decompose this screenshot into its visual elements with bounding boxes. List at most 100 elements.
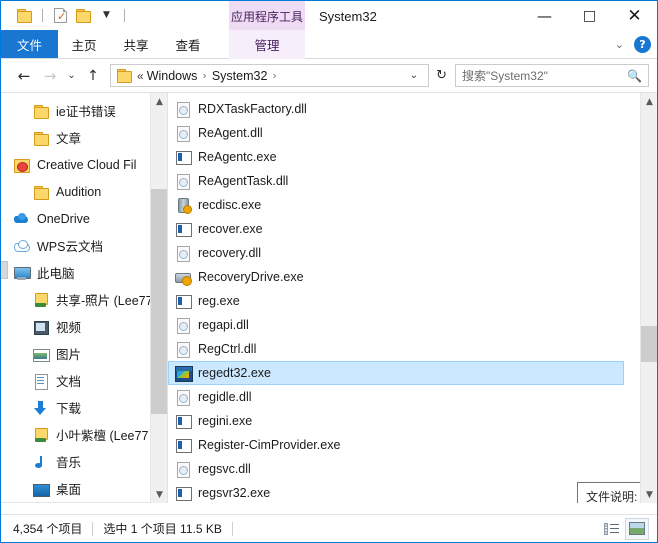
large-icons-view-button[interactable] (625, 517, 649, 540)
nav-item[interactable]: Audition (1, 178, 150, 205)
nav-item[interactable]: ie证书错误 (1, 97, 150, 124)
nav-item[interactable]: 小叶紫檀 (Lee77 (1, 421, 150, 448)
properties-icon: ✓ (54, 8, 67, 23)
nav-item-label: WPS云文档 (37, 240, 103, 254)
scroll-down-icon[interactable]: ▼ (641, 486, 657, 503)
nav-item[interactable]: 下载 (1, 394, 150, 421)
file-list-item[interactable]: RecoveryDrive.exe (168, 265, 624, 289)
tab-file[interactable]: 文件 (1, 30, 59, 58)
minimize-icon: — (537, 7, 552, 25)
nav-item-label: ie证书错误 (56, 105, 116, 119)
desktop-icon (32, 481, 50, 497)
nav-item-label: 下载 (56, 402, 82, 416)
file-list-scrollbar[interactable]: ▲ ▼ (640, 93, 657, 503)
file-name-label: regidle.dll (198, 390, 252, 404)
file-list-item[interactable]: regsvr32.exe (168, 481, 624, 503)
file-name-label: recovery.dll (198, 246, 261, 260)
back-button[interactable]: ← (11, 63, 37, 89)
contextual-tab-group-label: 应用程序工具 (230, 9, 303, 24)
file-list-item[interactable]: regsvc.dll (168, 457, 624, 481)
tab-home[interactable]: 主页 (58, 30, 110, 58)
file-list-item[interactable]: reg.exe (168, 289, 624, 313)
this-pc-icon (13, 265, 31, 281)
minimize-ribbon-button[interactable]: ⌄ (615, 38, 624, 51)
file-list-item[interactable]: regapi.dll (168, 313, 624, 337)
search-box[interactable]: 搜索"System32" 🔍 (455, 64, 649, 87)
file-list-item[interactable]: recover.exe (168, 217, 624, 241)
file-list-item[interactable]: ReAgentTask.dll (168, 169, 624, 193)
help-button[interactable]: ? (634, 36, 651, 53)
file-list-item[interactable]: Register-CimProvider.exe (168, 433, 624, 457)
file-list-item[interactable]: recovery.dll (168, 241, 624, 265)
nav-item-label: 音乐 (56, 456, 82, 470)
nav-item[interactable]: 此电脑 (1, 259, 150, 286)
nav-item[interactable]: 图片 (1, 340, 150, 367)
breadcrumb-bar[interactable]: « Windows › System32 › ⌄ (110, 64, 430, 87)
nav-item[interactable]: 文章 (1, 124, 150, 151)
search-input[interactable]: 搜索"System32" (462, 67, 627, 84)
close-button[interactable]: ✕ (612, 1, 657, 31)
nav-item[interactable]: Creative Cloud Fil (1, 151, 150, 178)
dll-icon (175, 317, 191, 334)
qat-new-folder-button[interactable] (74, 6, 93, 25)
refresh-button[interactable]: ↻ (434, 68, 449, 83)
breadcrumb-item-system32[interactable]: System32 (212, 69, 268, 83)
navigation-list: ie证书错误文章 Creative Cloud Fil Audition OneDri… (1, 93, 150, 503)
address-dropdown-button[interactable]: ⌄ (404, 70, 424, 81)
exe-icon (175, 437, 192, 453)
status-divider-1 (92, 521, 94, 536)
tab-manage[interactable]: 管理 (229, 30, 305, 59)
file-list-item[interactable]: recdisc.exe (168, 193, 624, 217)
folder-icon (32, 184, 49, 200)
file-name-label: regini.exe (198, 414, 253, 428)
tab-view[interactable]: 查看 (162, 30, 214, 58)
file-list-item[interactable]: ReAgentc.exe (168, 145, 624, 169)
nav-item[interactable]: 桌面 (1, 475, 150, 502)
breadcrumb-overflow-icon[interactable]: « (137, 69, 144, 83)
nav-item[interactable]: 系统 (C:) (1, 502, 150, 503)
tab-view-label: 查看 (175, 38, 201, 53)
back-arrow-icon: ← (17, 66, 31, 85)
file-list-item[interactable]: RegCtrl.dll (168, 337, 624, 361)
chevron-down-icon: ⌄ (67, 70, 76, 81)
qat-folder-button[interactable] (15, 6, 34, 25)
nav-item[interactable]: 文档 (1, 367, 150, 394)
pane-resize-handle[interactable] (1, 261, 8, 279)
scroll-up-icon[interactable]: ▲ (151, 93, 167, 110)
nav-item[interactable]: OneDrive (1, 205, 150, 232)
file-list-item-selected[interactable]: regedt32.exe (168, 361, 624, 385)
scrollbar-thumb[interactable] (151, 189, 167, 414)
scroll-down-icon[interactable]: ▼ (151, 486, 167, 503)
status-bar: 4,354 个项目 选中 1 个项目 11.5 KB (1, 514, 657, 542)
forward-button[interactable]: → (37, 63, 63, 89)
breadcrumb-separator-icon[interactable]: › (202, 69, 206, 82)
scrollbar-thumb[interactable] (641, 326, 657, 362)
recdisc-icon (175, 197, 192, 214)
scroll-up-icon[interactable]: ▲ (641, 93, 657, 110)
recent-locations-button[interactable]: ⌄ (63, 63, 80, 89)
nav-item[interactable]: 共享-照片 (Lee77 (1, 286, 150, 313)
tab-home-label: 主页 (71, 38, 97, 53)
file-list-item[interactable]: RDXTaskFactory.dll (168, 97, 624, 121)
up-button[interactable]: ↑ (80, 63, 106, 89)
exe-icon (175, 293, 192, 309)
breadcrumb-item-windows[interactable]: Windows (147, 69, 198, 83)
tab-share[interactable]: 共享 (110, 30, 162, 58)
maximize-icon: □ (582, 8, 597, 24)
navigation-scrollbar[interactable]: ▲ ▼ (150, 93, 167, 503)
file-list-item[interactable]: ReAgent.dll (168, 121, 624, 145)
window-title: System32 (319, 1, 377, 31)
file-list-item[interactable]: regini.exe (168, 409, 624, 433)
minimize-button[interactable]: — (522, 1, 567, 31)
breadcrumb-separator-icon[interactable]: › (272, 69, 276, 82)
folder-icon (32, 130, 49, 146)
qat-properties-button[interactable]: ✓ (51, 6, 70, 25)
details-view-button[interactable] (599, 518, 623, 540)
file-list-pane: RDXTaskFactory.dll ReAgent.dll ReAgentc.ex… (168, 93, 657, 503)
file-list-item[interactable]: regidle.dll (168, 385, 624, 409)
qat-customize-button[interactable]: ▼ (97, 6, 116, 25)
nav-item[interactable]: 视频 (1, 313, 150, 340)
maximize-button[interactable]: □ (567, 1, 612, 31)
nav-item[interactable]: 音乐 (1, 448, 150, 475)
nav-item[interactable]: WPS云文档 (1, 232, 150, 259)
